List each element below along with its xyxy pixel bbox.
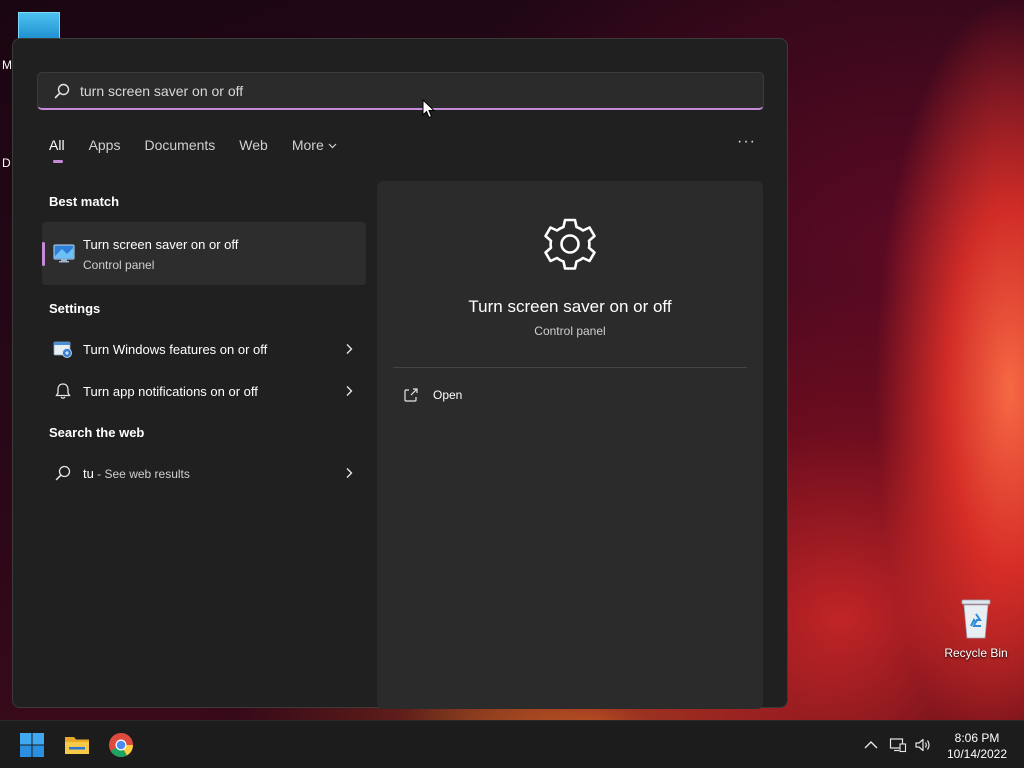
bell-icon <box>55 383 71 399</box>
clock-date: 10/14/2022 <box>946 747 1008 761</box>
tab-label: Web <box>239 137 268 153</box>
taskbar: 8:06 PM 10/14/2022 <box>0 720 1024 768</box>
desktop-icon-label: D <box>2 156 11 170</box>
tab-apps[interactable]: Apps <box>89 137 121 157</box>
web-search-result[interactable]: tu - See web results <box>42 455 366 491</box>
chrome-icon[interactable] <box>107 731 135 759</box>
search-web-heading: Search the web <box>49 425 145 440</box>
settings-heading: Settings <box>49 301 101 316</box>
volume-icon[interactable] <box>914 736 932 754</box>
search-icon <box>55 465 71 481</box>
selection-indicator <box>42 242 45 266</box>
search-panel: turn screen saver on or off All Apps Doc… <box>12 38 788 709</box>
open-action[interactable]: Open <box>403 387 462 403</box>
screen-saver-icon <box>53 244 75 263</box>
file-explorer-icon[interactable] <box>63 731 91 759</box>
best-match-result[interactable]: Turn screen saver on or off Control pane… <box>42 222 366 285</box>
tab-label: Documents <box>144 137 216 153</box>
search-tabs: All Apps Documents Web More <box>49 137 361 163</box>
search-icon <box>54 83 70 98</box>
result-label: Turn Windows features on or off <box>83 341 268 357</box>
tab-label: Apps <box>88 137 121 153</box>
open-label: Open <box>433 388 463 402</box>
best-match-heading: Best match <box>49 194 120 209</box>
more-options-button[interactable]: ··· <box>737 133 756 151</box>
windows-features-icon <box>53 341 72 358</box>
recycle-bin-label: Recycle Bin <box>944 646 1008 660</box>
mouse-cursor-icon <box>422 99 436 119</box>
detail-pane: Turn screen saver on or off Control pane… <box>377 181 763 709</box>
gear-icon <box>544 218 596 270</box>
result-label: Turn app notifications on or off <box>83 383 258 399</box>
open-icon <box>404 388 418 402</box>
web-query: tu <box>83 465 94 481</box>
best-match-subtitle: Control panel <box>83 258 155 272</box>
chevron-up-icon[interactable] <box>862 736 880 754</box>
tab-web[interactable]: Web <box>239 137 268 157</box>
tab-all[interactable]: All <box>49 137 65 163</box>
start-icon[interactable] <box>18 731 46 759</box>
chevron-right-icon <box>346 386 353 396</box>
tab-more[interactable]: More <box>292 137 337 157</box>
desktop-icon-label: M <box>2 58 12 72</box>
divider <box>393 367 747 368</box>
network-icon[interactable] <box>889 736 907 754</box>
search-input[interactable]: turn screen saver on or off <box>37 72 764 110</box>
system-clock[interactable]: 8:06 PM 10/14/2022 <box>940 730 1014 762</box>
settings-result-app-notifications[interactable]: Turn app notifications on or off <box>42 373 366 409</box>
clock-time: 8:06 PM <box>954 731 1000 745</box>
tab-label: All <box>49 137 65 153</box>
settings-result-windows-features[interactable]: Turn Windows features on or off <box>42 331 366 367</box>
tab-label: More <box>291 137 324 153</box>
detail-title: Turn screen saver on or off <box>468 297 672 316</box>
recycle-bin-icon <box>958 596 994 640</box>
recycle-bin[interactable]: Recycle Bin <box>940 596 1012 660</box>
detail-subtitle: Control panel <box>534 324 606 338</box>
desktop-app-icon[interactable] <box>18 12 60 40</box>
chevron-down-icon <box>328 141 337 152</box>
chevron-right-icon <box>346 468 353 478</box>
chevron-right-icon <box>346 344 353 354</box>
best-match-title: Turn screen saver on or off <box>83 237 239 252</box>
web-results-hint: - See web results <box>93 466 190 481</box>
tab-documents[interactable]: Documents <box>144 137 215 157</box>
search-query-text: turn screen saver on or off <box>80 82 244 99</box>
